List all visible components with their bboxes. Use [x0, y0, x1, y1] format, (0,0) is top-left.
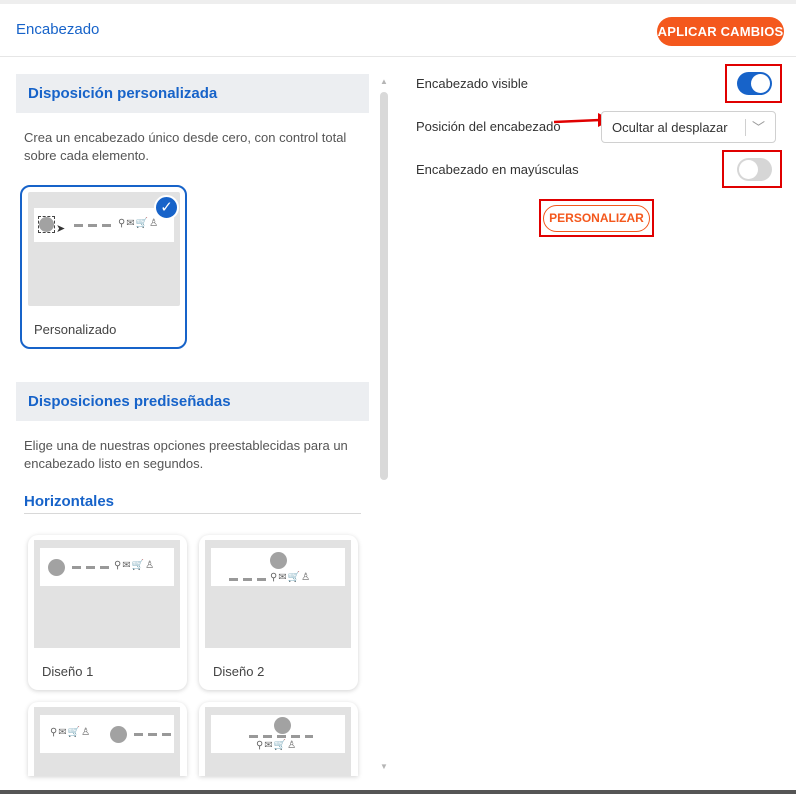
design-card-3[interactable]: ⚲✉🛒♙: [28, 702, 187, 776]
header-icons: ⚲✉🛒♙: [50, 727, 92, 738]
logo-circle-icon: [48, 559, 65, 576]
design-card-label: Diseño 2: [213, 664, 265, 679]
custom-card-label: Personalizado: [34, 322, 117, 337]
uppercase-label: Encabezado en mayúsculas: [416, 162, 579, 177]
logo-circle-icon: [274, 717, 291, 734]
design-preview: ⚲✉🛒♙: [34, 707, 180, 776]
menu-dashes: [249, 735, 313, 738]
scroll-up-icon[interactable]: ▲: [380, 77, 388, 86]
logo-circle-icon: [110, 726, 127, 743]
position-select-value: Ocultar al desplazar: [612, 120, 728, 135]
scrollbar-thumb[interactable]: [380, 92, 388, 480]
design-preview: ⚲✉🛒♙: [205, 707, 351, 776]
visible-label: Encabezado visible: [416, 76, 529, 91]
design-card-4[interactable]: ⚲✉🛒♙: [199, 702, 358, 776]
menu-dashes: [229, 578, 267, 581]
preview-header-bar: ⚲✉🛒♙: [40, 548, 174, 586]
logo-circle-icon: [270, 552, 287, 569]
custom-layout-description: Crea un encabezado único desde cero, con…: [24, 130, 347, 163]
toggle-knob: [751, 74, 770, 93]
preview-header-bar: ⚲✉🛒♙: [211, 715, 345, 753]
page-title: Encabezado: [16, 21, 100, 38]
scroll-down-icon[interactable]: ▼: [380, 762, 388, 771]
header-icons: ⚲✉🛒♙: [256, 740, 298, 751]
customize-button[interactable]: PERSONALIZAR: [543, 205, 650, 232]
preview-header-bar: ⚲✉🛒♙: [40, 715, 174, 753]
preset-layouts-description: Elige una de nuestras opciones preestabl…: [24, 438, 348, 471]
header-icons: ⚲✉🛒♙: [270, 572, 312, 583]
apply-changes-button[interactable]: APLICAR CAMBIOS: [657, 17, 784, 46]
preview-header-bar: ⚲✉🛒♙: [211, 548, 345, 586]
preview-header-bar: ➤ ⚲✉🛒♙: [34, 208, 174, 242]
visible-toggle[interactable]: [737, 72, 772, 95]
selected-check-icon: ✓: [154, 195, 179, 220]
preset-layouts-heading: Disposiciones prediseñadas: [16, 382, 369, 421]
panel-header: Encabezado APLICAR CAMBIOS: [0, 4, 796, 57]
header-icons: ⚲✉🛒♙: [118, 218, 160, 229]
menu-dashes: [74, 224, 116, 227]
menu-dashes: [134, 733, 172, 736]
toggle-knob: [739, 160, 758, 179]
position-label: Posición del encabezado: [416, 119, 561, 134]
bottom-border: [0, 790, 796, 794]
design-preview: ⚲✉🛒♙: [205, 540, 351, 648]
custom-layout-heading: Disposición personalizada: [16, 74, 369, 113]
header-icons: ⚲✉🛒♙: [114, 560, 156, 571]
cursor-icon: ➤: [56, 223, 66, 235]
design-card-label: Diseño 1: [42, 664, 94, 679]
design-card-1[interactable]: ⚲✉🛒♙ Diseño 1: [28, 535, 187, 690]
group-divider: [24, 513, 361, 514]
custom-layout-card[interactable]: ➤ ⚲✉🛒♙ ✓ Personalizado: [20, 185, 187, 349]
uppercase-toggle[interactable]: [737, 158, 772, 181]
logo-circle-icon: [39, 217, 54, 232]
design-preview: ⚲✉🛒♙: [34, 540, 180, 648]
position-select[interactable]: Ocultar al desplazar ﹀: [601, 111, 776, 143]
design-card-2[interactable]: ⚲✉🛒♙ Diseño 2: [199, 535, 358, 690]
logo-placeholder-selected: [38, 216, 55, 233]
chevron-down-icon[interactable]: ﹀: [752, 117, 765, 136]
menu-dashes: [72, 566, 112, 569]
select-separator: [745, 119, 746, 136]
horizontal-group-title: Horizontales: [24, 493, 115, 510]
